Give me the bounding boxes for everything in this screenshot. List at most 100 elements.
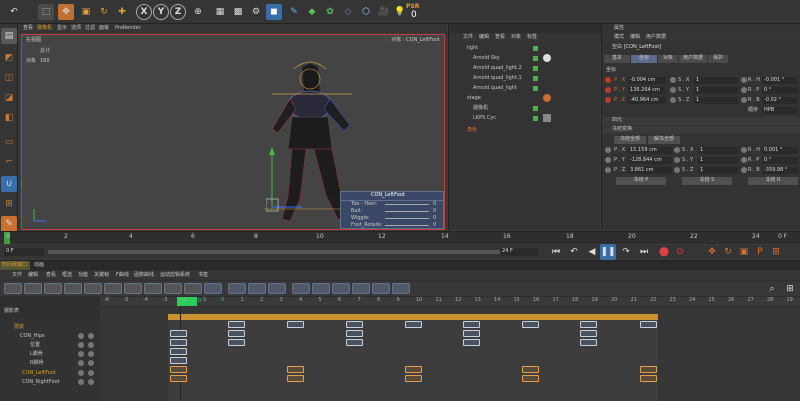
cloner-icon[interactable]: ✿ [322,4,338,20]
ds-tool-button[interactable] [204,283,222,294]
ds-tool-button[interactable] [144,283,162,294]
ds-tool-button[interactable] [64,283,82,294]
ds-current-frame-marker[interactable] [177,297,197,306]
attr-menu-edit[interactable]: 编辑 [630,35,640,40]
key-rotate-icon[interactable]: ↻ [720,244,736,260]
frozen-field[interactable]: -359.98 ° [762,167,798,174]
ds-menu-file[interactable]: 文件 [12,273,22,278]
tab-basic[interactable]: 基本 [604,55,630,63]
keyframe[interactable] [346,339,363,346]
om-menu-file[interactable]: 文件 [463,35,473,40]
order-select[interactable]: HPB [762,107,798,114]
keyframe[interactable] [346,321,363,328]
keyframe[interactable] [580,339,597,346]
undo-icon[interactable]: ↶ [6,4,22,20]
ds-menu-function[interactable]: 功能 [78,273,88,278]
hud-slider[interactable] [385,218,429,219]
keyframe[interactable] [170,348,187,355]
ds-track-row[interactable]: CON_LeftFoot [0,369,100,378]
attr-menu-userdata[interactable]: 用户数据 [646,35,666,40]
key-scale-icon[interactable]: ▣ [736,244,752,260]
viewport-menu-camera[interactable]: 摄像机 [37,26,52,31]
coord-field[interactable]: -0.004 cm [628,77,666,84]
coord-field[interactable]: -40.964 cm [628,97,666,104]
points-mode-icon[interactable]: ◫ [1,70,17,86]
tab-object[interactable]: 对象 [658,55,678,63]
ds-tool-button[interactable] [372,283,390,294]
ds-tool-button[interactable] [332,283,350,294]
ds-tool-button[interactable] [352,283,370,294]
brush-icon[interactable]: ✎ [1,216,17,232]
keyframe[interactable] [640,321,657,328]
keyframe[interactable] [287,375,304,382]
coord-field[interactable]: 136.264 cm [628,87,666,94]
ds-menu-edit[interactable]: 编辑 [28,273,38,278]
key-point-icon[interactable]: ⊞ [768,244,784,260]
camera-icon[interactable]: 🎥 [376,4,392,20]
ds-tool-button[interactable] [164,283,182,294]
ds-options-icon[interactable]: ⌕ [764,281,780,297]
keyframe[interactable] [228,339,245,346]
ds-track-row[interactable]: CON_Hips [0,332,100,341]
object-row[interactable]: LKPS Cyc [449,114,601,123]
play-icon[interactable]: ◀ [584,244,600,260]
ds-tool-button[interactable] [84,283,102,294]
scene-icon[interactable]: ⬡ [358,4,374,20]
frozen-field[interactable]: 1 [698,157,738,164]
freeze-all-button[interactable]: 冻结全部 [614,136,646,144]
hud-slider[interactable] [385,211,429,212]
viewport-menu-prorender[interactable]: ProRender [115,26,141,31]
om-menu-object[interactable]: 对象 [511,35,521,40]
ds-track-row[interactable]: CON_RightFoot [0,378,100,387]
object-row[interactable]: stage [449,94,601,103]
frozen-field[interactable]: 0.001 ° [762,147,798,154]
quat-section[interactable]: 四元 [612,118,622,123]
keyframe[interactable] [522,321,539,328]
polygon-mode-icon[interactable]: ◧ [1,110,17,126]
render-view-icon[interactable]: ▦ [212,4,228,20]
om-menu-tag[interactable]: 标签 [527,35,537,40]
keyframe[interactable] [170,339,187,346]
ds-tool-button[interactable] [392,283,410,294]
ds-tool-button[interactable] [124,283,142,294]
render-settings-icon[interactable]: ⚙ [248,4,264,20]
ds-settings-icon[interactable]: ⊞ [782,281,798,297]
keyframe[interactable] [640,375,657,382]
subdivision-icon[interactable]: ◆ [304,4,320,20]
magnet-icon[interactable]: ∪ [1,176,17,192]
rotate-icon[interactable]: ↻ [96,4,112,20]
object-row[interactable]: Arnold Sky [449,54,601,63]
keyframe[interactable] [170,366,187,373]
frozen-section[interactable]: 冻结变换 [612,127,632,132]
freeze-r-button[interactable]: 冻结 R [748,177,798,185]
ds-tool-button[interactable] [104,283,122,294]
keyframe[interactable] [405,321,422,328]
om-menu-edit[interactable]: 编辑 [479,35,489,40]
hud-slider[interactable] [385,225,429,226]
ds-tool-button[interactable] [228,283,246,294]
goto-start-icon[interactable]: ⏮ [548,244,564,260]
coord-field[interactable]: 1 [694,77,738,84]
frozen-field[interactable]: 15.159 cm [628,147,672,154]
keyframe[interactable] [170,375,187,382]
object-row[interactable]: Arnold quad_light [449,84,601,93]
ds-key-area[interactable] [100,307,800,401]
frozen-field[interactable]: -128.844 cm [628,157,672,164]
transform-icon[interactable]: ✚ [114,4,130,20]
keyframe[interactable] [580,330,597,337]
keyframe[interactable] [228,321,245,328]
object-row[interactable]: light [449,44,601,53]
unfreeze-all-button[interactable]: 解冻全部 [648,136,680,144]
viewport-menu-options[interactable]: 选项 [71,26,81,31]
ds-menu-curves[interactable]: 函数曲线 [134,273,154,278]
ds-track-row[interactable]: L脚骨 [0,350,100,359]
ds-menu-keyframe[interactable]: 关键帧 [94,273,109,278]
keyframe[interactable] [228,330,245,337]
ds-tool-button[interactable] [4,283,22,294]
move-gizmo[interactable] [266,143,306,213]
keyframe[interactable] [580,321,597,328]
keyframe[interactable] [463,321,480,328]
keyframe[interactable] [346,330,363,337]
ds-tool-button[interactable] [44,283,62,294]
viewport-menu-panel[interactable]: 面板 [99,26,109,31]
